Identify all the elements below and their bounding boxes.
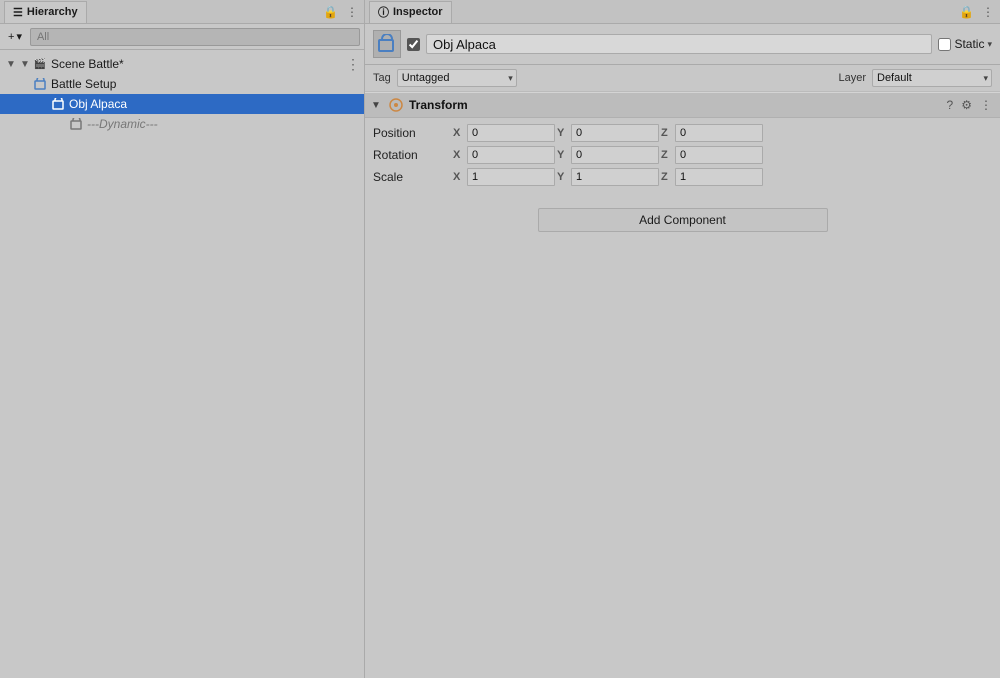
position-y-label: Y — [557, 127, 569, 139]
obj-alpaca-icon — [50, 96, 66, 112]
object-name-input[interactable] — [426, 34, 932, 54]
inspector-tab-label: Inspector — [393, 6, 443, 18]
position-xyz: X Y Z — [453, 124, 992, 142]
position-x-input[interactable] — [467, 124, 555, 142]
position-row: Position X Y Z — [365, 122, 1000, 144]
rotation-row: Rotation X Y Z — [365, 144, 1000, 166]
scale-x-item: X — [453, 168, 555, 186]
inspector-panel: ⓘ Inspector 🔒 ⋮ Static ▾ — [365, 0, 1000, 678]
hierarchy-panel: ☰ Hierarchy 🔒 ⋮ + ▾ ▼ ▼ 🎬 Scene Battle — [0, 0, 365, 678]
static-label: Static — [954, 37, 984, 51]
scale-label: Scale — [373, 170, 453, 184]
rotation-z-input[interactable] — [675, 146, 763, 164]
scene-fold-arrow2: ▼ — [18, 59, 32, 70]
inspector-tab[interactable]: ⓘ Inspector — [369, 1, 452, 23]
layer-dropdown[interactable]: Default — [872, 69, 992, 87]
tag-label: Tag — [373, 72, 391, 84]
position-y-item: Y — [557, 124, 659, 142]
static-checkbox[interactable] — [938, 38, 951, 51]
inspector-tab-icon: ⓘ — [378, 4, 389, 20]
scene-fold-arrow: ▼ — [4, 59, 18, 70]
rotation-y-item: Y — [557, 146, 659, 164]
layer-label: Layer — [838, 72, 866, 84]
battle-setup-icon — [32, 76, 48, 92]
position-x-item: X — [453, 124, 555, 142]
hierarchy-icon: ☰ — [13, 6, 23, 19]
scale-z-item: Z — [661, 168, 763, 186]
position-y-input[interactable] — [571, 124, 659, 142]
add-icon: + — [8, 31, 14, 43]
static-dropdown-arrow[interactable]: ▾ — [987, 39, 992, 50]
static-check: Static ▾ — [938, 37, 992, 51]
hierarchy-lock-button[interactable]: 🔒 — [321, 5, 340, 19]
transform-title: Transform — [409, 98, 941, 112]
rotation-label: Rotation — [373, 148, 453, 162]
inspector-more-button[interactable]: ⋮ — [980, 5, 996, 19]
transform-settings-button[interactable]: ⚙ — [959, 98, 974, 112]
rotation-x-item: X — [453, 146, 555, 164]
rotation-x-label: X — [453, 149, 465, 161]
transform-help-button[interactable]: ? — [945, 98, 956, 112]
inspector-tab-bar: ⓘ Inspector 🔒 ⋮ — [365, 0, 1000, 24]
hierarchy-tab-bar: ☰ Hierarchy 🔒 ⋮ — [0, 0, 364, 24]
battle-setup-label: Battle Setup — [51, 77, 116, 91]
tree-item-obj-alpaca[interactable]: Obj Alpaca — [0, 94, 364, 114]
scale-y-item: Y — [557, 168, 659, 186]
scene-icon: 🎬 — [32, 56, 48, 72]
add-component-button[interactable]: Add Component — [538, 208, 828, 232]
position-z-label: Z — [661, 127, 673, 139]
position-x-label: X — [453, 127, 465, 139]
transform-fields: Position X Y Z — [365, 118, 1000, 192]
tree-item-dynamic[interactable]: ---Dynamic--- — [0, 114, 364, 134]
scale-xyz: X Y Z — [453, 168, 992, 186]
scale-z-input[interactable] — [675, 168, 763, 186]
hierarchy-search-input[interactable] — [30, 28, 360, 46]
transform-icon — [387, 96, 405, 114]
tree-item-battle-setup[interactable]: Battle Setup — [0, 74, 364, 94]
rotation-xyz: X Y Z — [453, 146, 992, 164]
tag-dropdown-wrap: Untagged — [397, 69, 517, 87]
scene-label: Scene Battle* — [51, 57, 124, 71]
hierarchy-add-button[interactable]: + ▾ — [4, 29, 26, 44]
hierarchy-tab-label: Hierarchy — [27, 6, 78, 18]
rotation-y-input[interactable] — [571, 146, 659, 164]
tag-dropdown[interactable]: Untagged — [397, 69, 517, 87]
add-arrow-icon: ▾ — [16, 30, 22, 43]
dynamic-icon — [68, 116, 84, 132]
position-z-input[interactable] — [675, 124, 763, 142]
scale-y-label: Y — [557, 171, 569, 183]
object-header-icon — [373, 30, 401, 58]
scale-y-input[interactable] — [571, 168, 659, 186]
scene-more[interactable]: ⋮ — [346, 56, 364, 73]
rotation-z-item: Z — [661, 146, 763, 164]
scale-x-label: X — [453, 171, 465, 183]
hierarchy-tab[interactable]: ☰ Hierarchy — [4, 1, 87, 23]
inspector-lock-button[interactable]: 🔒 — [957, 5, 976, 19]
rotation-x-input[interactable] — [467, 146, 555, 164]
obj-alpaca-label: Obj Alpaca — [69, 97, 127, 111]
object-header: Static ▾ — [365, 24, 1000, 65]
transform-fold-icon[interactable]: ▼ — [371, 100, 383, 111]
scale-row: Scale X Y Z — [365, 166, 1000, 188]
hierarchy-toolbar: + ▾ — [0, 24, 364, 50]
transform-component: ▼ Transform ? ⚙ ⋮ Position — [365, 92, 1000, 192]
inspector-tab-actions: 🔒 ⋮ — [957, 5, 996, 19]
object-active-checkbox[interactable] — [407, 38, 420, 51]
tag-layer-row: Tag Untagged Layer Default — [365, 65, 1000, 92]
transform-more-button[interactable]: ⋮ — [978, 98, 994, 112]
hierarchy-tab-actions: 🔒 ⋮ — [321, 5, 360, 19]
layer-dropdown-wrap: Default — [872, 69, 992, 87]
scale-z-label: Z — [661, 171, 673, 183]
add-component-wrap: Add Component — [365, 192, 1000, 248]
hierarchy-more-button[interactable]: ⋮ — [344, 5, 360, 19]
transform-header: ▼ Transform ? ⚙ ⋮ — [365, 92, 1000, 118]
position-label: Position — [373, 126, 453, 140]
position-z-item: Z — [661, 124, 763, 142]
rotation-y-label: Y — [557, 149, 569, 161]
scale-x-input[interactable] — [467, 168, 555, 186]
tree-item-scene[interactable]: ▼ ▼ 🎬 Scene Battle* ⋮ — [0, 54, 364, 74]
dynamic-label: ---Dynamic--- — [87, 117, 158, 131]
hierarchy-tree: ▼ ▼ 🎬 Scene Battle* ⋮ Battle Setup — [0, 50, 364, 678]
rotation-z-label: Z — [661, 149, 673, 161]
